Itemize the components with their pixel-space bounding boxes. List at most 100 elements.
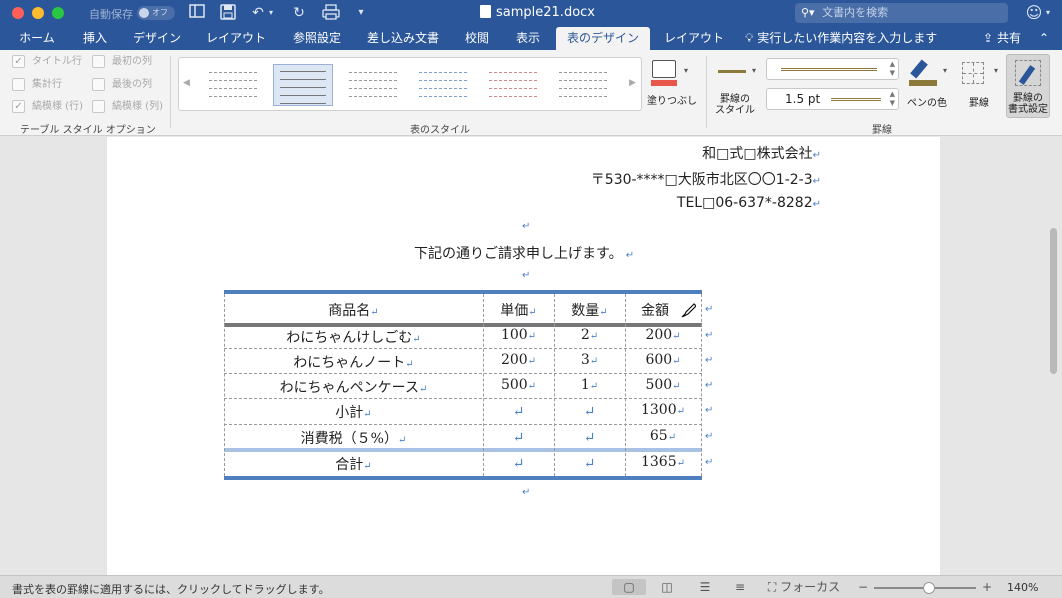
borders-button[interactable]: ▾ 罫線 (958, 58, 1002, 109)
zoom-slider-thumb[interactable] (923, 582, 935, 594)
checkbox-first-column-label: 最初の列 (112, 56, 152, 67)
table-style-plain[interactable] (203, 64, 263, 106)
save-icon[interactable] (219, 4, 237, 22)
cell-subtotal-label: 小計↵ (335, 405, 372, 421)
line-weight-stepper-icon[interactable]: ▲ ▼ (890, 90, 895, 108)
row-end-mark: ↵ (705, 405, 714, 416)
tell-me-input[interactable]: 💡︎ 実行したい作業内容を入力します (745, 27, 957, 50)
table-style-blue[interactable] (413, 64, 473, 106)
shading-dropdown-icon[interactable]: ▾ (684, 66, 688, 75)
table-styles-gallery[interactable]: ◀ ▶ (178, 57, 642, 111)
shading-button[interactable]: ▾ 塗りつぶし (646, 58, 698, 107)
cell-text: わにちゃんペンケース (279, 380, 419, 396)
cell-amount: 500↵ (645, 377, 681, 393)
customize-toolbar-icon[interactable]: ▾ (354, 4, 368, 22)
table-style-grid[interactable] (273, 64, 333, 106)
cell-text: 1300 (640, 402, 677, 418)
row-end-mark: ↵ (705, 431, 714, 442)
total-top-border (224, 448, 702, 452)
redo-icon[interactable]: ↻ (290, 4, 308, 22)
tab-table-design[interactable]: 表のデザイン (556, 27, 650, 50)
tab-home[interactable]: ホーム (12, 27, 62, 50)
line-style-stepper-icon[interactable]: ▲ ▼ (890, 60, 895, 78)
border-styles-button[interactable]: ▾ 罫線の スタイル (712, 58, 760, 118)
account-dropdown-icon[interactable]: ▾ (1044, 4, 1052, 22)
checkbox-box (92, 55, 105, 68)
cell-amount: 600↵ (645, 352, 681, 368)
undo-dropdown-icon[interactable]: ▾ (267, 4, 275, 22)
tab-layout[interactable]: レイアウト (200, 27, 272, 50)
sidebar-icon[interactable] (188, 4, 206, 22)
minimize-window-button[interactable] (32, 7, 44, 19)
checkbox-box (92, 100, 105, 113)
tab-references[interactable]: 参照設定 (285, 27, 349, 50)
sender-phone: TEL□06-637*-8282↵ (677, 195, 821, 211)
focus-icon: ⛶ (767, 580, 777, 594)
tab-design[interactable]: デザイン (127, 27, 187, 50)
column-border (701, 294, 702, 476)
share-button[interactable]: ⇪ 共有 (976, 27, 1028, 50)
cell-mark: ↵ (599, 307, 608, 318)
print-icon[interactable] (321, 4, 341, 22)
line-style-dropdown[interactable]: ▲ ▼ (766, 58, 899, 80)
checkbox-header-row-label: タイトル行 (32, 56, 82, 67)
account-icon[interactable]: ☺ (1024, 4, 1044, 22)
line-weight-dropdown[interactable]: 1.5 pt ▲ ▼ (766, 88, 899, 110)
checkbox-last-column-label: 最後の列 (112, 79, 152, 90)
row-end-mark: ↵ (705, 355, 714, 366)
border-styles-dropdown-icon[interactable]: ▾ (752, 66, 756, 75)
tab-insert[interactable]: 挿入 (75, 27, 115, 50)
tell-me-text: 実行したい作業内容を入力します (757, 31, 938, 45)
table-style-gray[interactable] (553, 64, 613, 106)
print-layout-view-button[interactable]: ▢ (612, 579, 646, 595)
borders-group-label: 罫線 (872, 125, 892, 136)
tab-view[interactable]: 表示 (508, 27, 548, 50)
cell-unit-price: 100↵ (500, 327, 537, 343)
title-bar: 自動保存 オフ ↶ ▾ ↻ ▾ sample21.docx ⚲▾ 文書内を検索 … (0, 0, 1062, 27)
header-cell-product: 商品名↵ (224, 300, 483, 320)
gallery-scroll-right-icon[interactable]: ▶ (629, 78, 636, 88)
lightbulb-icon: 💡︎ (745, 31, 754, 45)
tab-mailings[interactable]: 差し込み文書 (362, 27, 444, 50)
cell-product: わにちゃんノート↵ (293, 355, 414, 371)
table-style-grid-light[interactable] (343, 64, 403, 106)
focus-mode-button[interactable]: ⛶ フォーカス (762, 579, 846, 595)
cell-mark: ↵ (528, 307, 537, 318)
close-window-button[interactable] (12, 7, 24, 19)
borders-label: 罫線 (969, 98, 989, 109)
invoice-table[interactable]: 商品名↵ 単価↵ 数量↵ 金額 わにちゃんけしごむ↵ 100↵ 2↵ 200↵ … (224, 290, 713, 482)
zoom-in-button[interactable]: + (980, 579, 994, 595)
zoom-slider[interactable] (874, 582, 976, 594)
vertical-scrollbar[interactable] (1050, 228, 1057, 374)
web-layout-view-icon[interactable]: ◫ (652, 579, 682, 595)
group-divider (170, 56, 171, 128)
borders-dropdown-icon[interactable]: ▾ (994, 66, 998, 75)
header-cell-unit-price: 単価↵ (483, 300, 554, 320)
zoom-window-button[interactable] (52, 7, 64, 19)
table-style-red[interactable] (483, 64, 543, 106)
tab-review[interactable]: 校閲 (457, 27, 497, 50)
autosave-toggle[interactable]: オフ (137, 6, 175, 20)
search-input[interactable]: ⚲▾ 文書内を検索 (795, 3, 1008, 23)
line-style-preview (781, 68, 877, 71)
header-text: 金額 (641, 303, 669, 319)
pen-color-dropdown-icon[interactable]: ▾ (943, 66, 947, 75)
tab-table-layout[interactable]: レイアウト (656, 27, 732, 50)
autosave-label: 自動保存 (89, 8, 133, 21)
border-painter-button[interactable]: 罫線の 書式設定 (1006, 54, 1050, 118)
header-cell-quantity: 数量↵ (554, 300, 625, 320)
pen-color-button[interactable]: ▾ ペンの色 (905, 58, 953, 109)
cell-text: 小計 (335, 405, 364, 421)
share-icon: ⇪ (983, 31, 994, 45)
zoom-level[interactable]: 140% (1007, 581, 1038, 594)
zoom-out-button[interactable]: − (856, 579, 870, 595)
undo-icon[interactable]: ↶ (249, 4, 267, 22)
paragraph-mark: ↵ (522, 221, 531, 232)
gallery-scroll-left-icon[interactable]: ◀ (183, 78, 190, 88)
ribbon-collapse-button[interactable]: ⌃ (1034, 27, 1054, 50)
draft-view-icon[interactable]: ≡ (725, 579, 755, 595)
header-text: 単価 (500, 303, 529, 319)
row-end-mark: ↵ (705, 330, 714, 341)
outline-view-icon[interactable]: ☰ (690, 579, 720, 595)
cell-text: 500 (645, 377, 673, 393)
